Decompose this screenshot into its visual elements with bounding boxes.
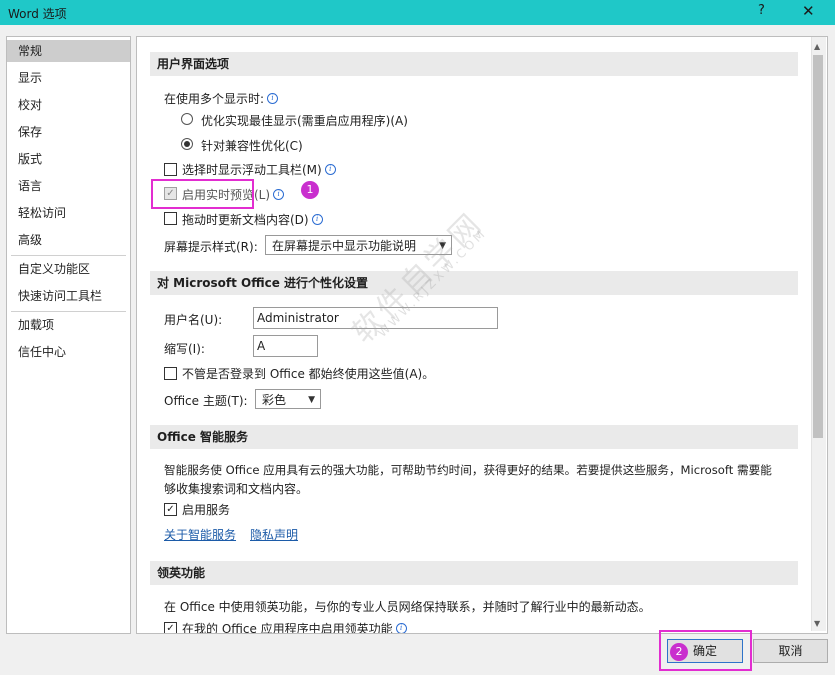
sidebar-divider xyxy=(11,255,126,256)
sidebar-item-quick-access-toolbar[interactable]: 快速访问工具栏 xyxy=(7,285,130,307)
sidebar-item-accessibility[interactable]: 轻松访问 xyxy=(7,202,130,224)
multi-display-label-text: 在使用多个显示时: xyxy=(164,92,264,106)
live-preview-highlight-box xyxy=(151,179,254,209)
step-marker-1: 1 xyxy=(301,181,319,199)
sidebar-item-layout[interactable]: 版式 xyxy=(7,148,130,170)
scroll-down-arrow-icon[interactable]: ▼ xyxy=(814,619,820,628)
intelligent-description-line2: 够收集搜索词和文档内容。 xyxy=(164,480,308,497)
multi-display-label: 在使用多个显示时:i xyxy=(164,90,278,107)
update-on-drag-label-text: 拖动时更新文档内容(D) xyxy=(182,213,309,227)
options-content: 用户界面选项 在使用多个显示时:i 优化实现最佳显示(需重启应用程序)(A) 针… xyxy=(136,36,828,634)
linkedin-description: 在 Office 中使用领英功能，与你的专业人员网络保持联系，并随时了解行业中的… xyxy=(164,598,651,615)
info-icon: i xyxy=(312,214,323,225)
sidebar-item-display[interactable]: 显示 xyxy=(7,67,130,89)
info-icon: i xyxy=(325,164,336,175)
scroll-up-arrow-icon[interactable]: ▲ xyxy=(814,42,820,51)
sidebar: 常规 显示 校对 保存 版式 语言 轻松访问 高级 自定义功能区 快速访问工具栏… xyxy=(6,36,131,634)
mini-toolbar-label-text: 选择时显示浮动工具栏(M) xyxy=(182,163,322,177)
enable-services-checkbox[interactable]: ✓ xyxy=(164,503,177,516)
section-header-ui-options: 用户界面选项 xyxy=(150,52,798,76)
linkedin-enable-label: 在我的 Office 应用程序中启用领英功能i xyxy=(182,620,407,634)
step-marker-2: 2 xyxy=(670,643,688,661)
sidebar-item-language[interactable]: 语言 xyxy=(7,175,130,197)
help-button[interactable]: ? xyxy=(758,3,765,18)
mini-toolbar-checkbox[interactable] xyxy=(164,163,177,176)
chevron-down-icon: ▼ xyxy=(308,390,315,410)
info-icon: i xyxy=(267,93,278,104)
mini-toolbar-label: 选择时显示浮动工具栏(M)i xyxy=(182,161,336,178)
office-theme-value: 彩色 xyxy=(262,393,286,407)
cancel-button[interactable]: 取消 xyxy=(753,639,828,663)
sidebar-item-general[interactable]: 常规 xyxy=(7,40,130,62)
section-header-linkedin: 领英功能 xyxy=(150,561,798,585)
always-use-values-checkbox[interactable] xyxy=(164,367,177,380)
radio-optimize-best-display[interactable] xyxy=(181,113,193,125)
screentip-style-label: 屏幕提示样式(R): xyxy=(164,238,258,255)
window-title: Word 选项 xyxy=(8,5,67,22)
sidebar-item-add-ins[interactable]: 加载项 xyxy=(7,314,130,336)
sidebar-divider xyxy=(11,311,126,312)
update-on-drag-checkbox[interactable] xyxy=(164,212,177,225)
radio-optimize-best-label: 优化实现最佳显示(需重启应用程序)(A) xyxy=(201,112,408,129)
info-icon: i xyxy=(396,623,407,634)
initials-label: 缩写(I): xyxy=(164,340,205,357)
section-header-personalize: 对 Microsoft Office 进行个性化设置 xyxy=(150,271,798,295)
screentip-style-value: 在屏幕提示中显示功能说明 xyxy=(272,239,416,253)
intelligent-description-line1: 智能服务使 Office 应用具有云的强大功能，可帮助节约时间，获得更好的结果。… xyxy=(164,462,772,478)
close-button[interactable]: ✕ xyxy=(802,2,815,20)
office-theme-label: Office 主题(T): xyxy=(164,392,248,409)
privacy-statement-link[interactable]: 隐私声明 xyxy=(250,526,298,543)
section-header-intelligent-services: Office 智能服务 xyxy=(150,425,798,449)
sidebar-item-save[interactable]: 保存 xyxy=(7,121,130,143)
about-intelligent-services-link[interactable]: 关于智能服务 xyxy=(164,526,236,543)
linkedin-enable-label-text: 在我的 Office 应用程序中启用领英功能 xyxy=(182,622,393,634)
sidebar-item-proofing[interactable]: 校对 xyxy=(7,94,130,116)
title-bar: Word 选项 ? ✕ xyxy=(0,0,835,25)
sidebar-item-trust-center[interactable]: 信任中心 xyxy=(7,341,130,363)
initials-input[interactable]: A xyxy=(253,335,318,357)
update-on-drag-label: 拖动时更新文档内容(D)i xyxy=(182,211,323,228)
linkedin-enable-checkbox[interactable]: ✓ xyxy=(164,622,177,634)
sidebar-item-customize-ribbon[interactable]: 自定义功能区 xyxy=(7,258,130,280)
always-use-values-label: 不管是否登录到 Office 都始终使用这些值(A)。 xyxy=(182,365,434,382)
radio-optimize-compat-label: 针对兼容性优化(C) xyxy=(201,137,303,154)
info-icon: i xyxy=(273,189,284,200)
radio-optimize-compat[interactable] xyxy=(181,138,193,150)
office-theme-dropdown[interactable]: 彩色 ▼ xyxy=(255,389,321,409)
enable-services-label: 启用服务 xyxy=(182,501,230,518)
sidebar-item-advanced[interactable]: 高级 xyxy=(7,229,130,251)
username-label: 用户名(U): xyxy=(164,311,222,328)
scrollbar-thumb[interactable] xyxy=(813,55,823,438)
